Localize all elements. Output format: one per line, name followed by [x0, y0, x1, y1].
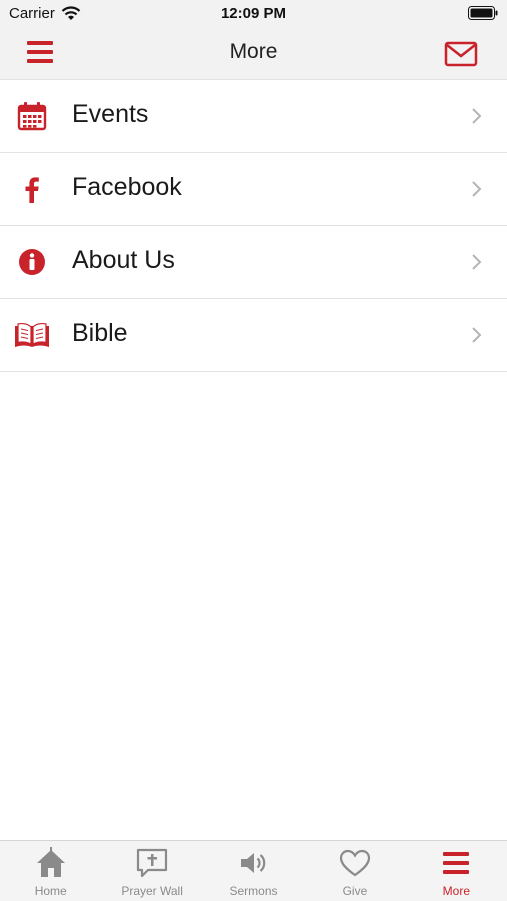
menu-item-facebook[interactable]: Facebook — [0, 153, 507, 226]
tab-label: Give — [342, 884, 368, 898]
chevron-right-icon — [472, 181, 482, 197]
prayer-icon — [137, 848, 168, 878]
navigation-bar: More — [0, 28, 507, 80]
tab-label: Sermons — [229, 884, 278, 898]
calendar-icon — [14, 100, 50, 132]
tab-label: Prayer Wall — [121, 884, 183, 898]
menu-item-label: Events — [72, 100, 149, 128]
mail-icon[interactable] — [443, 39, 479, 69]
tab-give[interactable]: Give — [304, 841, 405, 901]
menu-item-about-us[interactable]: About Us — [0, 226, 507, 299]
menu-icon — [443, 852, 470, 874]
tab-bar: Home Prayer Wall Sermons Give More — [0, 840, 507, 901]
home-icon — [36, 847, 65, 877]
tab-label: More — [442, 884, 470, 898]
menu-item-label: Facebook — [72, 173, 182, 201]
chevron-right-icon — [472, 254, 482, 270]
menu-item-label: About Us — [72, 246, 175, 274]
speaker-icon — [240, 853, 265, 873]
tab-label: Home — [34, 884, 67, 898]
bible-icon — [14, 319, 50, 351]
menu-item-events[interactable]: Events — [0, 80, 507, 153]
tab-sermons[interactable]: Sermons — [203, 841, 304, 901]
tab-more[interactable]: More — [406, 841, 507, 901]
status-time: 12:09 PM — [220, 5, 287, 22]
page-title: More — [229, 40, 278, 63]
menu-item-bible[interactable]: Bible — [0, 299, 507, 372]
tab-home[interactable]: Home — [0, 841, 101, 901]
chevron-right-icon — [472, 327, 482, 343]
chevron-right-icon — [472, 108, 482, 124]
status-bar: Carrier 12:09 PM — [0, 0, 507, 28]
tab-prayer-wall[interactable]: Prayer Wall — [101, 841, 202, 901]
menu-item-label: Bible — [72, 319, 128, 347]
facebook-icon — [14, 173, 50, 205]
battery-icon — [468, 6, 498, 20]
heart-icon — [339, 849, 371, 877]
more-menu-list: Events Facebook About Us Bible — [0, 80, 507, 372]
info-icon — [14, 246, 50, 278]
